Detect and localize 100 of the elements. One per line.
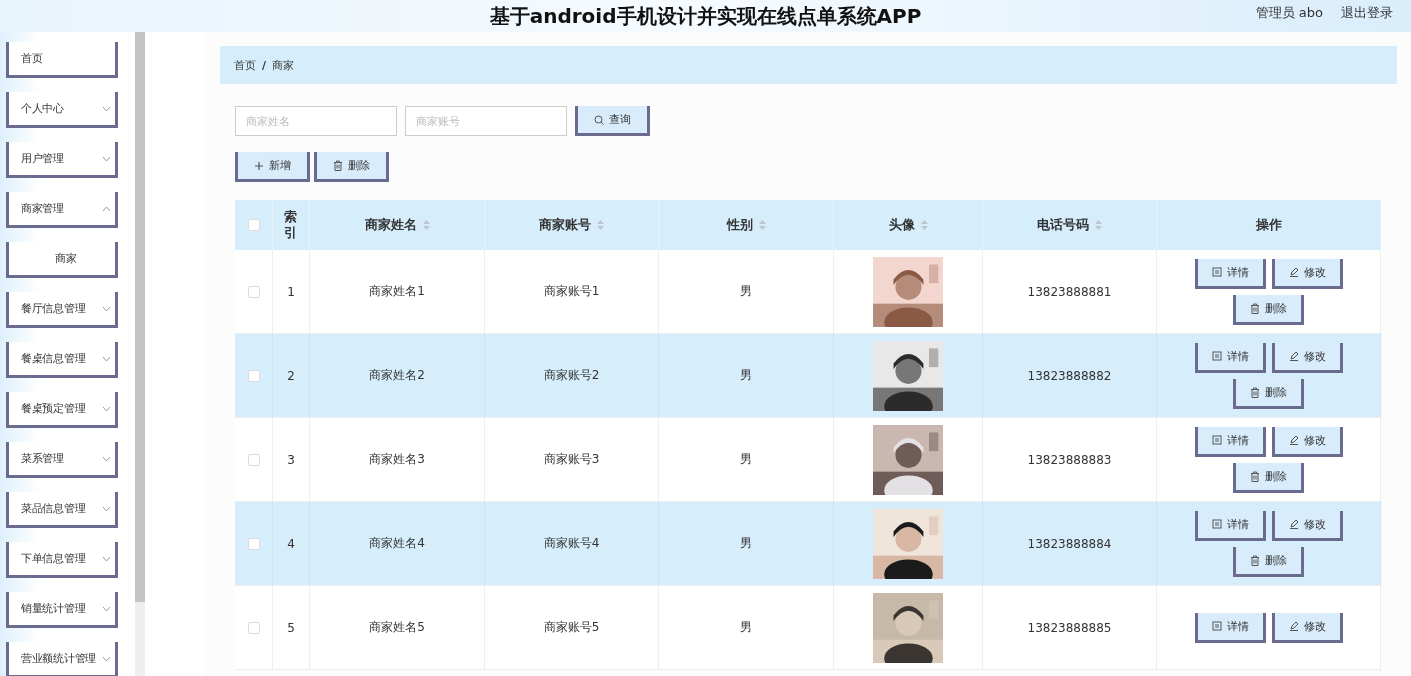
sort-icon[interactable]: [597, 220, 604, 230]
menu-item[interactable]: 用户管理: [6, 142, 118, 178]
document-icon: [1211, 621, 1222, 631]
search-button[interactable]: 查询: [575, 106, 650, 136]
detail-button[interactable]: 详情: [1194, 342, 1266, 373]
table-cell: 商家姓名2: [369, 367, 425, 384]
chevron-icon: [102, 405, 111, 412]
table-cell: 男: [740, 367, 752, 384]
detail-button[interactable]: 详情: [1194, 612, 1266, 643]
delete-button[interactable]: 删除: [1233, 546, 1304, 577]
menu-item[interactable]: 餐厅信息管理: [6, 292, 118, 328]
menu-item[interactable]: 个人中心: [6, 92, 118, 128]
column-header: 操作: [1255, 217, 1282, 233]
sort-icon[interactable]: [758, 220, 766, 230]
search-field[interactable]: 商家姓名: [235, 106, 397, 136]
edit-button[interactable]: 修改: [1271, 342, 1343, 373]
chevron-icon: [102, 555, 111, 562]
trash-icon: [1250, 554, 1260, 566]
sort-icon[interactable]: [422, 220, 430, 230]
trash-icon: [1250, 386, 1260, 398]
chevron-icon: [102, 305, 111, 312]
chevron-icon: [102, 155, 111, 162]
submenu-item[interactable]: 商家: [6, 242, 118, 278]
pencil-icon: [1288, 267, 1299, 277]
menu-item[interactable]: 销量统计管理: [6, 592, 118, 628]
chevron-icon: [102, 605, 111, 612]
trash-icon: [1250, 302, 1260, 314]
checkbox[interactable]: [247, 285, 260, 298]
detail-button[interactable]: 详情: [1194, 510, 1266, 541]
trash-icon: [1250, 470, 1260, 482]
table-cell: 商家姓名3: [369, 451, 425, 468]
table-cell: 商家账号4: [543, 535, 600, 552]
menu-item[interactable]: 餐桌预定管理: [6, 392, 118, 428]
menu-item[interactable]: 营业额统计管理: [6, 642, 118, 676]
table-cell: 3: [287, 452, 295, 467]
table-cell: 5: [287, 620, 295, 635]
table-cell: 13823888884: [1027, 536, 1112, 551]
delete-button[interactable]: 删除: [314, 152, 389, 182]
column-header[interactable]: 头像: [888, 217, 915, 233]
table-cell: 4: [287, 536, 295, 551]
checkbox[interactable]: [247, 537, 260, 550]
edit-button[interactable]: 修改: [1271, 612, 1343, 643]
document-icon: [1211, 435, 1222, 445]
edit-button[interactable]: 修改: [1271, 510, 1343, 541]
plus-icon: [254, 160, 264, 171]
sort-icon[interactable]: [920, 220, 928, 230]
chevron-icon: [102, 455, 111, 462]
column-header[interactable]: 商家姓名: [364, 217, 417, 233]
logout-link[interactable]: 退出登录: [1341, 4, 1393, 22]
table-cell: 商家账号3: [543, 451, 600, 468]
checkbox[interactable]: [247, 219, 260, 231]
sort-icon[interactable]: [1095, 220, 1102, 230]
breadcrumb-separator: /: [262, 58, 267, 72]
detail-button[interactable]: 详情: [1194, 426, 1266, 457]
checkbox[interactable]: [247, 369, 260, 382]
chevron-icon: [102, 655, 111, 662]
table-cell: 商家账号2: [543, 367, 600, 384]
table-cell: 商家姓名1: [369, 283, 425, 300]
breadcrumb-item[interactable]: 首页: [234, 57, 256, 73]
table-cell: 男: [740, 283, 752, 300]
delete-button[interactable]: 删除: [1233, 462, 1304, 493]
chevron-icon: [102, 505, 111, 512]
menu-item[interactable]: 菜品信息管理: [6, 492, 118, 528]
menu-item[interactable]: 餐桌信息管理: [6, 342, 118, 378]
pencil-icon: [1288, 621, 1299, 631]
menu-item[interactable]: 菜系管理: [6, 442, 118, 478]
chevron-icon: [102, 205, 111, 212]
document-icon: [1211, 267, 1222, 277]
document-icon: [1211, 351, 1222, 361]
column-header: 索引: [283, 209, 299, 241]
column-header[interactable]: 性别: [726, 217, 753, 233]
chevron-icon: [102, 105, 111, 112]
menu-item[interactable]: 下单信息管理: [6, 542, 118, 578]
menu-item[interactable]: 商家管理: [6, 192, 118, 228]
table-cell: 2: [287, 368, 295, 383]
table-cell: 商家姓名5: [369, 619, 425, 636]
delete-button[interactable]: 删除: [1233, 378, 1304, 409]
user-name: 管理员 abo: [1255, 4, 1323, 22]
menu-item[interactable]: 首页: [6, 42, 118, 78]
pencil-icon: [1288, 435, 1299, 445]
table-cell: 13823888883: [1027, 452, 1112, 467]
pencil-icon: [1288, 519, 1299, 529]
detail-button[interactable]: 详情: [1194, 258, 1266, 289]
chevron-icon: [102, 355, 111, 362]
column-header[interactable]: 电话号码: [1037, 217, 1089, 233]
table-cell: 男: [740, 451, 752, 468]
checkbox[interactable]: [247, 621, 260, 634]
scrollbar-thumb[interactable]: [135, 32, 145, 602]
table-cell: 男: [740, 619, 752, 636]
document-icon: [1211, 519, 1222, 529]
table-cell: 商家账号5: [543, 619, 600, 636]
column-header[interactable]: 商家账号: [539, 217, 591, 233]
add-button[interactable]: 新增: [235, 152, 310, 182]
edit-button[interactable]: 修改: [1271, 258, 1343, 289]
table-cell: 商家账号1: [543, 283, 600, 300]
breadcrumb-item: 商家: [272, 57, 295, 73]
edit-button[interactable]: 修改: [1271, 426, 1343, 457]
delete-button[interactable]: 删除: [1233, 294, 1304, 325]
table-cell: 13823888885: [1027, 620, 1112, 635]
checkbox[interactable]: [247, 453, 260, 466]
